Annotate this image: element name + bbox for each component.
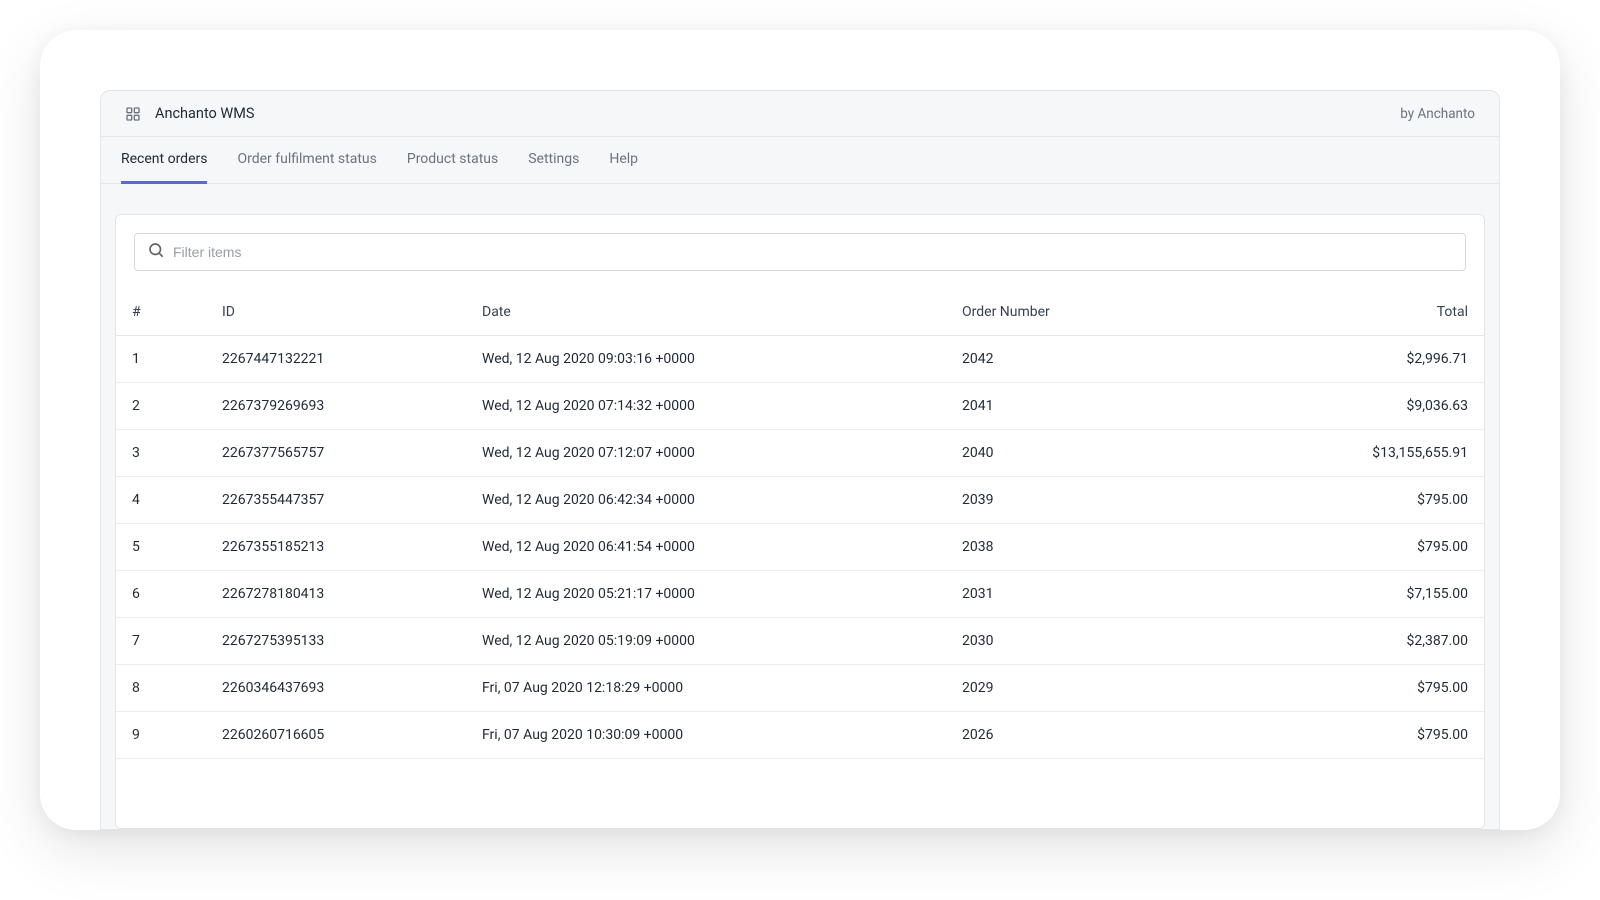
cell-date: Wed, 12 Aug 2020 09:03:16 +0000: [466, 336, 946, 383]
tabs-bar: Recent orders Order fulfilment status Pr…: [101, 137, 1499, 184]
orders-table: # ID Date Order Number Total 12267447132…: [116, 289, 1484, 759]
cell-order-number: 2026: [946, 712, 1206, 759]
col-header-date[interactable]: Date: [466, 289, 946, 336]
cell-order-number: 2042: [946, 336, 1206, 383]
cell-date: Fri, 07 Aug 2020 10:30:09 +0000: [466, 712, 946, 759]
app-header: Anchanto WMS by Anchanto: [101, 91, 1499, 137]
cell-id: 2267447132221: [206, 336, 466, 383]
cell-row-number: 4: [116, 477, 206, 524]
filter-box[interactable]: [134, 233, 1466, 271]
cell-id: 2267355185213: [206, 524, 466, 571]
cell-date: Wed, 12 Aug 2020 07:14:32 +0000: [466, 383, 946, 430]
table-row[interactable]: 92260260716605Fri, 07 Aug 2020 10:30:09 …: [116, 712, 1484, 759]
cell-row-number: 7: [116, 618, 206, 665]
cell-id: 2260260716605: [206, 712, 466, 759]
app-grid-icon: [125, 106, 141, 122]
cell-total: $795.00: [1206, 524, 1484, 571]
table-row[interactable]: 62267278180413Wed, 12 Aug 2020 05:21:17 …: [116, 571, 1484, 618]
search-icon: [147, 241, 165, 263]
content-area: # ID Date Order Number Total 12267447132…: [101, 184, 1499, 829]
tab-settings[interactable]: Settings: [528, 137, 579, 184]
cell-order-number: 2030: [946, 618, 1206, 665]
cell-date: Wed, 12 Aug 2020 06:42:34 +0000: [466, 477, 946, 524]
cell-total: $795.00: [1206, 477, 1484, 524]
cell-order-number: 2040: [946, 430, 1206, 477]
cell-row-number: 1: [116, 336, 206, 383]
cell-date: Wed, 12 Aug 2020 06:41:54 +0000: [466, 524, 946, 571]
cell-row-number: 5: [116, 524, 206, 571]
cell-row-number: 3: [116, 430, 206, 477]
tab-recent-orders[interactable]: Recent orders: [121, 137, 207, 184]
cell-id: 2267275395133: [206, 618, 466, 665]
cell-order-number: 2029: [946, 665, 1206, 712]
table-row[interactable]: 32267377565757Wed, 12 Aug 2020 07:12:07 …: [116, 430, 1484, 477]
table-row[interactable]: 52267355185213Wed, 12 Aug 2020 06:41:54 …: [116, 524, 1484, 571]
col-header-num[interactable]: #: [116, 289, 206, 336]
table-row[interactable]: 42267355447357Wed, 12 Aug 2020 06:42:34 …: [116, 477, 1484, 524]
cell-total: $13,155,655.91: [1206, 430, 1484, 477]
cell-total: $795.00: [1206, 665, 1484, 712]
header-left: Anchanto WMS: [125, 105, 255, 122]
filter-row: [116, 215, 1484, 289]
orders-card: # ID Date Order Number Total 12267447132…: [115, 214, 1485, 829]
cell-date: Wed, 12 Aug 2020 07:12:07 +0000: [466, 430, 946, 477]
cell-id: 2267379269693: [206, 383, 466, 430]
col-header-total[interactable]: Total: [1206, 289, 1484, 336]
tab-product-status[interactable]: Product status: [407, 137, 498, 184]
table-header-row: # ID Date Order Number Total: [116, 289, 1484, 336]
cell-row-number: 2: [116, 383, 206, 430]
cell-total: $795.00: [1206, 712, 1484, 759]
cell-row-number: 9: [116, 712, 206, 759]
cell-row-number: 6: [116, 571, 206, 618]
table-row[interactable]: 22267379269693Wed, 12 Aug 2020 07:14:32 …: [116, 383, 1484, 430]
cell-total: $7,155.00: [1206, 571, 1484, 618]
table-row[interactable]: 72267275395133Wed, 12 Aug 2020 05:19:09 …: [116, 618, 1484, 665]
orders-table-wrap: # ID Date Order Number Total 12267447132…: [116, 289, 1484, 828]
app-panel: Anchanto WMS by Anchanto Recent orders O…: [100, 90, 1500, 830]
cell-id: 2267377565757: [206, 430, 466, 477]
cell-row-number: 8: [116, 665, 206, 712]
table-row[interactable]: 12267447132221Wed, 12 Aug 2020 09:03:16 …: [116, 336, 1484, 383]
cell-date: Wed, 12 Aug 2020 05:21:17 +0000: [466, 571, 946, 618]
cell-date: Wed, 12 Aug 2020 05:19:09 +0000: [466, 618, 946, 665]
app-window: Anchanto WMS by Anchanto Recent orders O…: [40, 30, 1560, 830]
cell-id: 2260346437693: [206, 665, 466, 712]
col-header-order-number[interactable]: Order Number: [946, 289, 1206, 336]
app-byline: by Anchanto: [1400, 106, 1475, 122]
tab-order-fulfilment-status[interactable]: Order fulfilment status: [237, 137, 376, 184]
cell-total: $9,036.63: [1206, 383, 1484, 430]
filter-input[interactable]: [173, 244, 1453, 260]
tab-help[interactable]: Help: [609, 137, 638, 184]
cell-date: Fri, 07 Aug 2020 12:18:29 +0000: [466, 665, 946, 712]
cell-total: $2,387.00: [1206, 618, 1484, 665]
cell-order-number: 2031: [946, 571, 1206, 618]
app-title: Anchanto WMS: [155, 105, 255, 122]
cell-order-number: 2038: [946, 524, 1206, 571]
cell-id: 2267278180413: [206, 571, 466, 618]
table-row[interactable]: 82260346437693Fri, 07 Aug 2020 12:18:29 …: [116, 665, 1484, 712]
cell-total: $2,996.71: [1206, 336, 1484, 383]
cell-id: 2267355447357: [206, 477, 466, 524]
cell-order-number: 2041: [946, 383, 1206, 430]
col-header-id[interactable]: ID: [206, 289, 466, 336]
cell-order-number: 2039: [946, 477, 1206, 524]
